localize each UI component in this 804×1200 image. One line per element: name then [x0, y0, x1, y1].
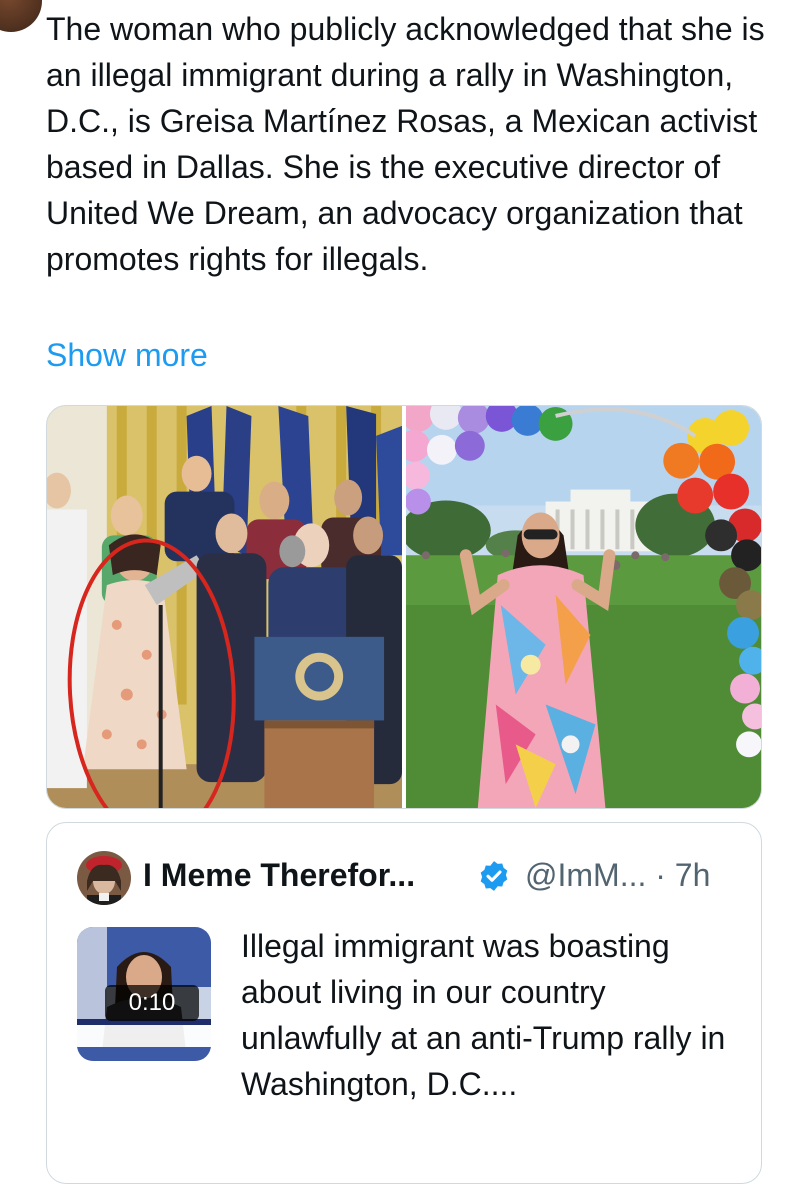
- quoted-video-thumbnail[interactable]: 0:10: [77, 927, 211, 1061]
- garden-balloon-photo[interactable]: [406, 406, 761, 808]
- quoted-author-avatar[interactable]: [77, 851, 131, 905]
- press-event-photo[interactable]: [47, 406, 402, 808]
- show-more-link[interactable]: Show more: [46, 332, 208, 378]
- quoted-tweet-text: Illegal immigrant was boasting about liv…: [241, 928, 726, 1102]
- quoted-author-name[interactable]: I Meme Therefor...: [143, 857, 415, 894]
- verified-badge-icon: [477, 859, 511, 893]
- quoted-handle-time[interactable]: @ImM... · 7h: [525, 857, 710, 894]
- video-duration: 0:10: [105, 985, 199, 1021]
- tweet-media: [46, 405, 762, 809]
- quoted-tweet[interactable]: I Meme Therefor... @ImM... · 7h 0:10 Ill…: [46, 822, 762, 1184]
- tweet-text: The woman who publicly acknowledged that…: [46, 11, 765, 277]
- author-avatar[interactable]: [0, 0, 42, 32]
